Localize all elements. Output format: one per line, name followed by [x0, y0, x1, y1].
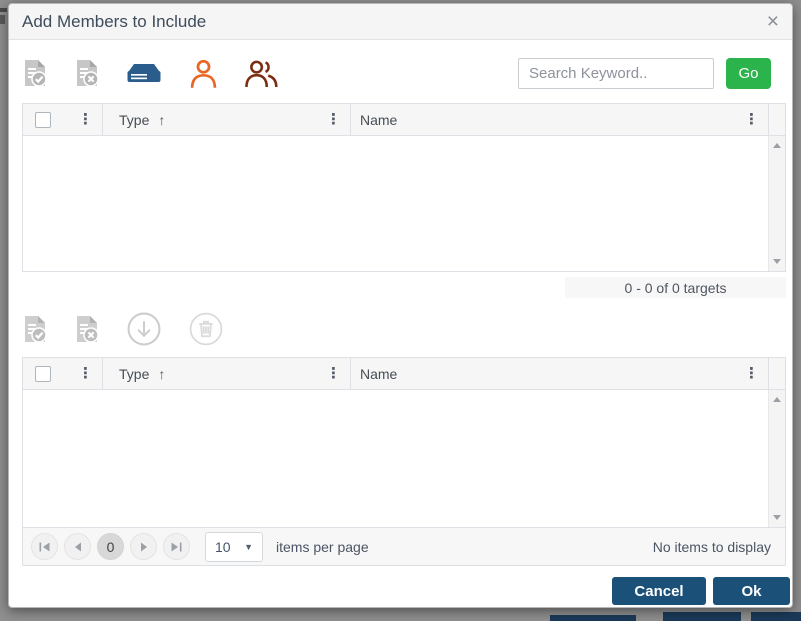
document-check-icon[interactable] [22, 315, 48, 343]
column-menu-icon[interactable]: ⋮ [324, 366, 343, 381]
pager-prev-button[interactable] [64, 533, 91, 560]
scroll-down-icon[interactable] [773, 259, 781, 264]
column-label: Type [119, 365, 150, 382]
background-button-fragment [550, 615, 636, 621]
delete-icon[interactable] [188, 311, 224, 347]
add-members-dialog: Add Members to Include × Search Keyword.… [8, 3, 793, 608]
page-size-dropdown[interactable]: 10 ▼ [205, 531, 263, 562]
column-menu-icon[interactable]: ⋮ [76, 112, 95, 127]
dialog-titlebar: Add Members to Include × [9, 4, 792, 40]
column-menu-icon[interactable]: ⋮ [76, 366, 95, 381]
pager-last-button[interactable] [163, 533, 190, 560]
close-icon[interactable]: × [767, 11, 779, 32]
background-text-fragment [0, 15, 5, 24]
items-per-page-label: items per page [276, 538, 369, 555]
page-backdrop: Add Members to Include × Search Keyword.… [0, 0, 801, 621]
pager-next-button[interactable] [130, 533, 157, 560]
pager-page-button[interactable]: 0 [97, 533, 124, 560]
column-menu-icon[interactable]: ⋮ [742, 366, 761, 381]
dialog-title: Add Members to Include [22, 11, 207, 31]
available-members-grid: ⋮ Type ↑ ⋮ Name ⋮ [22, 103, 786, 272]
pager: 0 10 ▼ items per page No items to displa… [23, 527, 785, 565]
pager-status-text: No items to display [652, 538, 771, 555]
search-input[interactable] [518, 57, 714, 89]
select-all-checkbox[interactable] [35, 365, 51, 382]
name-column-header[interactable]: Name ⋮ [351, 104, 769, 135]
move-down-icon[interactable] [126, 311, 162, 347]
scroll-up-icon[interactable] [773, 397, 781, 402]
go-button[interactable]: Go [726, 57, 771, 89]
user-icon[interactable] [188, 58, 219, 89]
column-label: Name [360, 365, 398, 382]
scrollbar-spacer [769, 358, 785, 389]
ok-button[interactable]: Ok [713, 577, 790, 605]
vertical-scrollbar[interactable] [768, 390, 785, 527]
cancel-button[interactable]: Cancel [612, 577, 706, 605]
group-icon[interactable] [245, 58, 278, 89]
document-x-icon[interactable] [74, 315, 100, 343]
scroll-up-icon[interactable] [773, 143, 781, 148]
background-button-fragment [663, 612, 741, 621]
bottom-toolbar [22, 303, 250, 355]
grid-header-row: ⋮ Type ↑ ⋮ Name ⋮ [23, 104, 785, 136]
background-text-fragment [0, 8, 7, 12]
column-label: Name [360, 111, 398, 128]
column-label: Type [119, 111, 150, 128]
document-check-icon[interactable] [22, 59, 48, 87]
targets-drive-icon[interactable] [126, 59, 162, 87]
search-area: Go [518, 57, 771, 89]
grid-body-empty [23, 390, 785, 527]
top-toolbar: Go [22, 48, 771, 98]
vertical-scrollbar[interactable] [768, 136, 785, 271]
grid-body-empty [23, 136, 785, 271]
targets-count-text: 0 - 0 of 0 targets [624, 279, 727, 296]
background-button-fragment [751, 612, 801, 621]
type-column-header[interactable]: Type ↑ ⋮ [103, 104, 351, 135]
column-menu-icon[interactable]: ⋮ [742, 112, 761, 127]
type-column-header[interactable]: Type ↑ ⋮ [103, 358, 351, 389]
document-x-icon[interactable] [74, 59, 100, 87]
page-size-value: 10 [215, 538, 231, 555]
targets-count-info: 0 - 0 of 0 targets [565, 277, 786, 298]
name-column-header[interactable]: Name ⋮ [351, 358, 769, 389]
column-menu-icon[interactable]: ⋮ [324, 112, 343, 127]
scrollbar-spacer [769, 104, 785, 135]
select-column-header: ⋮ [23, 104, 103, 135]
scroll-down-icon[interactable] [773, 515, 781, 520]
sort-ascending-icon: ↑ [158, 111, 166, 128]
chevron-down-icon: ▼ [244, 541, 253, 552]
selected-members-grid: ⋮ Type ↑ ⋮ Name ⋮ 0 10 ▼ items per page … [22, 357, 786, 566]
grid-header-row: ⋮ Type ↑ ⋮ Name ⋮ [23, 358, 785, 390]
select-all-checkbox[interactable] [35, 111, 51, 128]
sort-ascending-icon: ↑ [158, 365, 166, 382]
select-column-header: ⋮ [23, 358, 103, 389]
pager-first-button[interactable] [31, 533, 58, 560]
